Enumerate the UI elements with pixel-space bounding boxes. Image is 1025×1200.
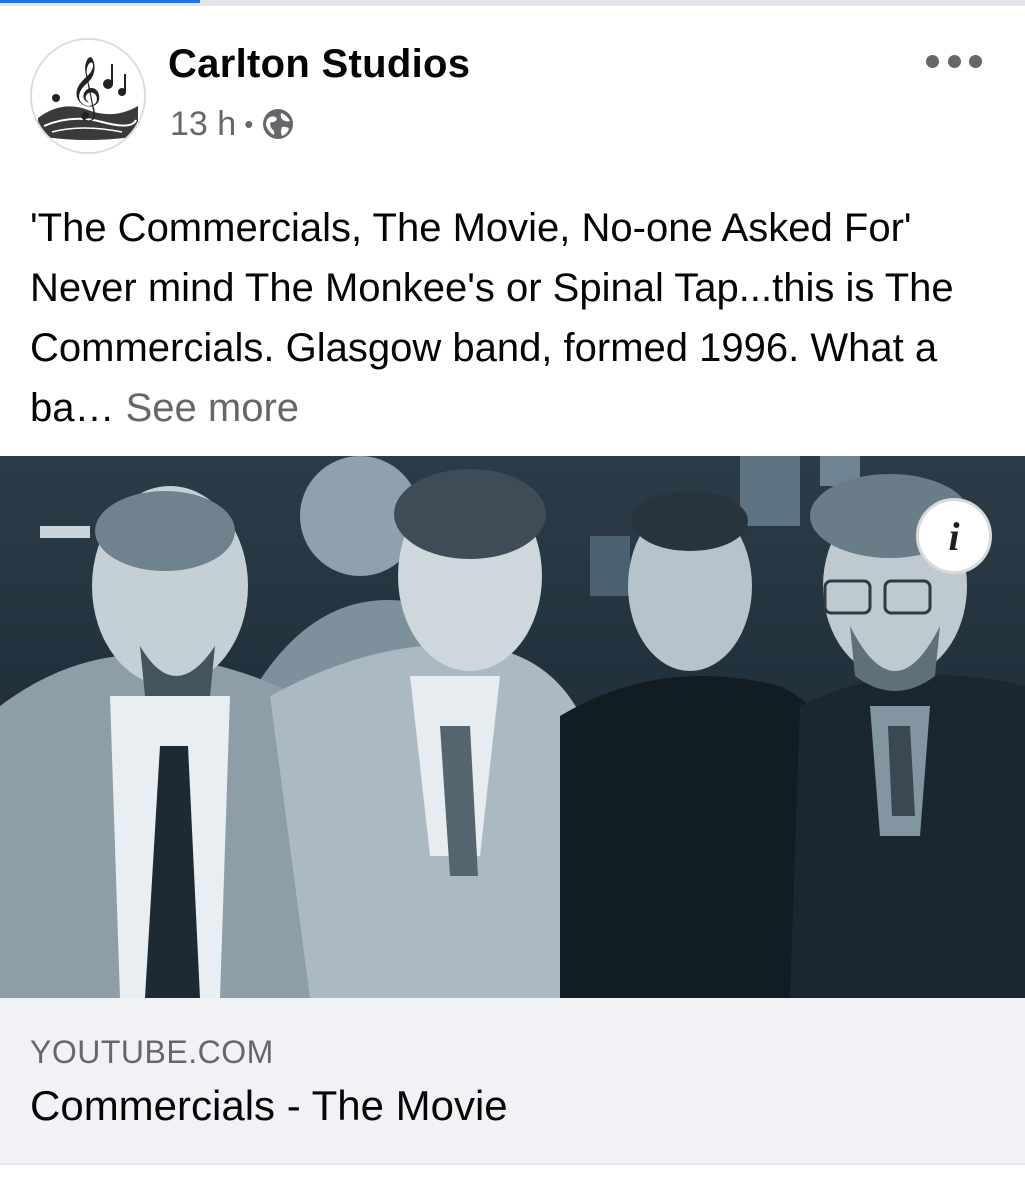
link-preview-caption[interactable]: YOUTUBE.COM Commercials - The Movie: [0, 998, 1025, 1165]
link-preview-image[interactable]: i: [0, 456, 1025, 998]
post-meta: 13 h •: [170, 104, 295, 144]
link-title[interactable]: Commercials - The Movie: [30, 1082, 508, 1130]
page-name-link[interactable]: Carlton Studios: [168, 42, 470, 87]
globe-icon: [261, 107, 295, 141]
post-timestamp[interactable]: 13 h: [170, 105, 236, 144]
info-icon[interactable]: i: [916, 498, 992, 574]
active-tab-indicator: [0, 0, 200, 3]
page-avatar[interactable]: 𝄞: [30, 38, 146, 154]
link-domain: YOUTUBE.COM: [30, 1034, 274, 1070]
see-more-link[interactable]: See more: [126, 386, 299, 430]
band-photo: [0, 456, 1025, 998]
more-options-icon[interactable]: [926, 46, 982, 76]
meta-separator: •: [244, 108, 254, 139]
feed-post: 𝄞 Carlton Studios 13 h • 'The Commercial…: [0, 6, 1025, 1166]
post-text: 'The Commercials, The Movie, No-one Aske…: [30, 198, 995, 438]
svg-text:𝄞: 𝄞: [70, 56, 102, 122]
